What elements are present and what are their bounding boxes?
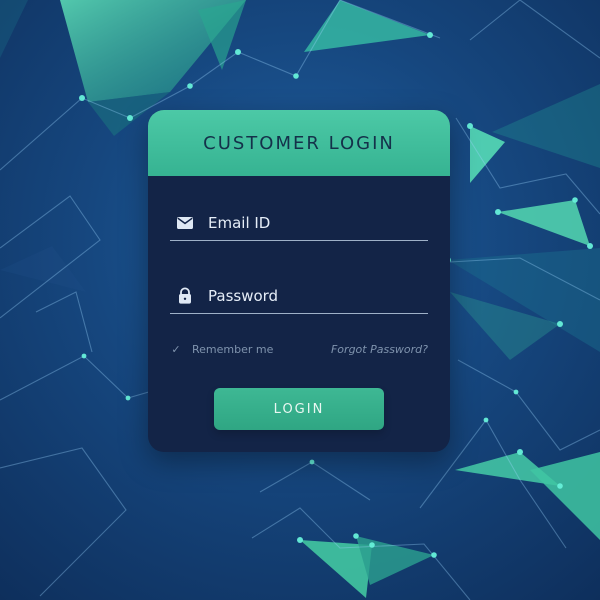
email-field[interactable]: Email ID: [170, 206, 428, 241]
login-card-header: CUSTOMER LOGIN: [148, 110, 450, 176]
remember-me-checkbox[interactable]: ✓ Remember me: [170, 343, 273, 356]
email-label: Email ID: [208, 214, 271, 232]
login-card: CUSTOMER LOGIN Email ID Password ✓ Remem…: [148, 110, 450, 452]
mail-icon: [176, 214, 194, 232]
forgot-password-link[interactable]: Forgot Password?: [331, 343, 428, 356]
login-options: ✓ Remember me Forgot Password?: [170, 338, 428, 360]
login-button[interactable]: LOGIN: [214, 388, 384, 430]
password-label: Password: [208, 287, 279, 305]
password-field[interactable]: Password: [170, 279, 428, 314]
check-icon: ✓: [171, 342, 181, 356]
page-title: CUSTOMER LOGIN: [203, 132, 395, 154]
login-screen: CUSTOMER LOGIN Email ID Password ✓ Remem…: [0, 0, 600, 600]
lock-icon: [176, 287, 194, 305]
remember-label: Remember me: [192, 342, 274, 356]
